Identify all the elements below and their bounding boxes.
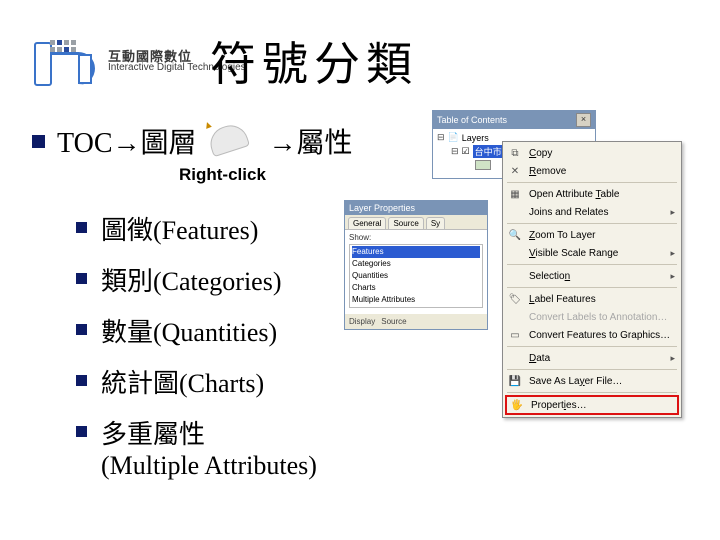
lp-option[interactable]: Quantities [352, 270, 480, 282]
sub-bullet-text: 數量(Quantities) [101, 312, 277, 349]
submenu-arrow-icon: ▸ [670, 207, 675, 218]
lp-option[interactable]: Multiple Attributes [352, 294, 480, 306]
prop-icon: 🖐 [509, 398, 525, 412]
tag-icon: 🏷 [507, 292, 523, 306]
menu-item-label: Selection [529, 271, 570, 282]
menu-item[interactable]: Joins and Relates ▸ [503, 203, 681, 221]
blank-icon [507, 269, 523, 283]
disk-icon: 💾 [507, 374, 523, 388]
menu-item[interactable]: 🏷 Label Features [503, 290, 681, 308]
sub-bullet-text: 多重屬性(Multiple Attributes) [101, 414, 317, 481]
sub-bullet: 統計圖(Charts) [76, 363, 317, 400]
bullet-icon [32, 135, 45, 148]
menu-item[interactable]: ▭ Convert Features to Graphics… [503, 326, 681, 344]
menu-item[interactable]: 🖐 Properties… [505, 395, 679, 415]
menu-item[interactable]: ▦ Open Attribute Table [503, 185, 681, 203]
lp-footer-tabs: Display Source [345, 314, 487, 329]
sub-bullet-text: 統計圖(Charts) [101, 363, 264, 400]
menu-item[interactable]: ✕ Remove [503, 162, 681, 180]
x-icon: ✕ [507, 164, 523, 178]
lp-show-list[interactable]: FeaturesCategoriesQuantitiesChartsMultip… [349, 244, 483, 308]
lp-option[interactable]: Charts [352, 282, 480, 294]
lp-footer-tab[interactable]: Display [349, 317, 375, 326]
logo-mark [34, 42, 98, 82]
blank-icon [507, 246, 523, 260]
main-bullet-b: →屬性 [269, 121, 353, 161]
lp-footer-tab[interactable]: Source [381, 317, 406, 326]
bullet-icon [76, 375, 87, 386]
sub-bullet: 多重屬性(Multiple Attributes) [76, 414, 317, 481]
menu-item[interactable]: ⧉ Copy [503, 144, 681, 162]
main-bullet: TOC→圖層 →屬性 [32, 120, 353, 162]
sub-bullet-text: 類別(Categories) [101, 261, 282, 298]
menu-item[interactable]: Visible Scale Range ▸ [503, 244, 681, 262]
menu-item-label: Convert Features to Graphics… [529, 330, 670, 341]
menu-item: Convert Labels to Annotation… [503, 308, 681, 326]
sel-icon: ▭ [507, 328, 523, 342]
menu-item[interactable]: Selection ▸ [503, 267, 681, 285]
layers-icon: 📄 [448, 132, 459, 143]
toc-title-text: Table of Contents [437, 115, 507, 125]
copy-icon: ⧉ [507, 146, 523, 160]
sub-bullet: 數量(Quantities) [76, 312, 317, 349]
submenu-arrow-icon: ▸ [670, 271, 675, 282]
lp-option[interactable]: Features [352, 246, 480, 258]
menu-item-label: Zoom To Layer [529, 230, 596, 241]
lp-titlebar: Layer Properties [345, 201, 487, 215]
symbol-swatch [475, 160, 491, 170]
right-click-label: Right-click [179, 165, 266, 185]
menu-item-label: Convert Labels to Annotation… [529, 312, 667, 323]
blank-icon [507, 310, 523, 324]
bullet-icon [76, 222, 87, 233]
toc-root-label: Layers [462, 133, 489, 143]
menu-item-label: Joins and Relates [529, 207, 609, 218]
menu-item-label: Properties… [531, 400, 587, 411]
mouse-icon [203, 120, 263, 162]
menu-item-label: Label Features [529, 294, 596, 305]
lp-option[interactable]: Categories [352, 258, 480, 270]
lp-tabs: GeneralSourceSy [345, 215, 487, 230]
menu-item[interactable]: 💾 Save As Layer File… [503, 372, 681, 390]
toc-titlebar: Table of Contents × [433, 111, 595, 129]
slide-title: 符號分類 [210, 28, 418, 94]
lp-tab[interactable]: General [348, 217, 386, 229]
table-icon: ▦ [507, 187, 523, 201]
menu-item[interactable]: 🔍 Zoom To Layer [503, 226, 681, 244]
lp-tab[interactable]: Source [388, 217, 423, 229]
bullet-icon [76, 324, 87, 335]
lp-show-label: Show: [349, 233, 483, 242]
lp-tab[interactable]: Sy [426, 217, 445, 229]
menu-item-label: Save As Layer File… [529, 376, 622, 387]
menu-item-label: Remove [529, 166, 566, 177]
sub-bullet-text: 圖徵(Features) [101, 210, 258, 247]
submenu-arrow-icon: ▸ [670, 248, 675, 259]
main-bullet-a: TOC→圖層 [57, 121, 197, 161]
menu-item-label: Copy [529, 148, 552, 159]
sub-bullet: 圖徵(Features) [76, 210, 317, 247]
layer-properties-dialog: Layer Properties GeneralSourceSy Show: F… [344, 200, 488, 330]
menu-item[interactable]: Data ▸ [503, 349, 681, 367]
blank-icon [507, 205, 523, 219]
context-menu: ⧉ Copy ✕ Remove ▦ Open Attribute Table Joins a… [502, 141, 682, 418]
menu-item-label: Data [529, 353, 550, 364]
submenu-arrow-icon: ▸ [670, 353, 675, 364]
bullet-icon [76, 426, 87, 437]
zoom-icon: 🔍 [507, 228, 523, 242]
menu-item-label: Open Attribute Table [529, 189, 619, 200]
bullet-icon [76, 273, 87, 284]
sub-bullet: 類別(Categories) [76, 261, 317, 298]
blank-icon [507, 351, 523, 365]
close-icon[interactable]: × [576, 113, 591, 127]
menu-item-label: Visible Scale Range [529, 248, 618, 259]
sub-bullet-list: 圖徵(Features) 類別(Categories) 數量(Quantities)… [76, 210, 317, 495]
